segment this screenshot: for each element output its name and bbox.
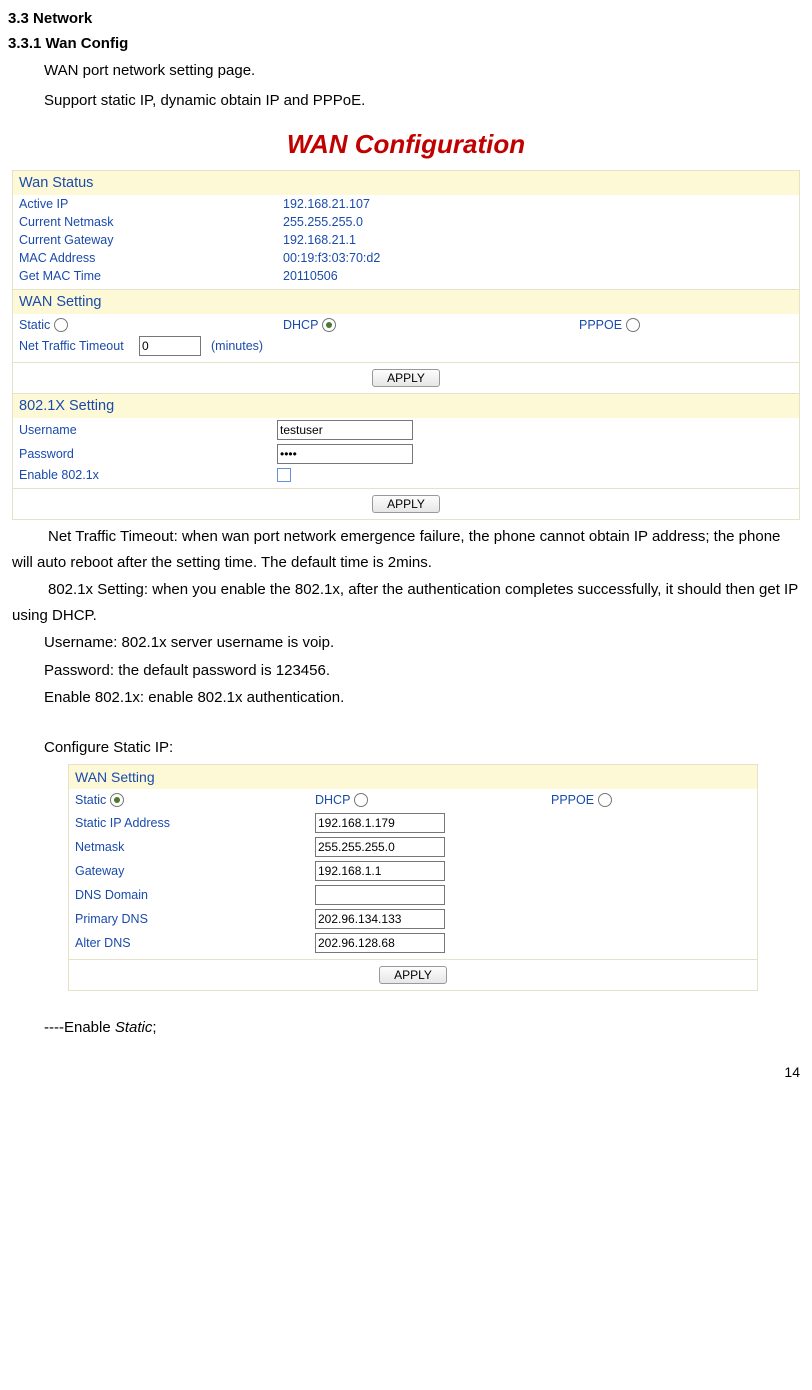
radio-pppoe[interactable]: PPPOE [579, 318, 793, 332]
status-row: MAC Address 00:19:f3:03:70:d2 [13, 249, 799, 267]
explain-net-traffic: Net Traffic Timeout: when wan port netwo… [12, 524, 800, 575]
radio-icon [54, 318, 68, 332]
radio-static-label: Static [19, 318, 50, 332]
static-ip-label: Static IP Address [75, 816, 315, 830]
timeout-row: Net Traffic Timeout (minutes) [19, 336, 793, 362]
primary-dns-row: Primary DNS [69, 907, 757, 931]
status-value-gateway: 192.168.21.1 [283, 233, 356, 247]
apply-row-8021x: APPLY [13, 488, 799, 519]
section-heading-network: 3.3 Network [8, 10, 804, 27]
status-label-mac: MAC Address [19, 251, 283, 265]
intro-line-1: WAN port network setting page. [44, 58, 804, 84]
timeout-input[interactable] [139, 336, 201, 356]
radio-pppoe-label-2: PPPOE [551, 793, 594, 807]
username-row: Username [13, 418, 799, 442]
status-label-active-ip: Active IP [19, 197, 283, 211]
wan-setting-header: WAN Setting [13, 289, 799, 314]
gateway-row: Gateway [69, 859, 757, 883]
page-title: WAN Configuration [8, 129, 804, 160]
8021x-header: 802.1X Setting [13, 393, 799, 418]
status-value-active-ip: 192.168.21.107 [283, 197, 370, 211]
explain-password: Password: the default password is 123456… [44, 658, 800, 684]
intro-line-2: Support static IP, dynamic obtain IP and… [44, 88, 804, 114]
alter-dns-label: Alter DNS [75, 936, 315, 950]
dns-domain-input[interactable] [315, 885, 445, 905]
enable-static-italic: Static [115, 1019, 153, 1036]
enable-8021x-row: Enable 802.1x [13, 466, 799, 488]
password-input[interactable] [277, 444, 413, 464]
configure-static-heading: Configure Static IP: [44, 739, 804, 756]
radio-icon-checked [110, 793, 124, 807]
radio-icon [598, 793, 612, 807]
radio-pppoe-2[interactable]: PPPOE [551, 793, 751, 807]
explain-username: Username: 802.1x server username is voip… [44, 630, 800, 656]
gateway-label: Gateway [75, 864, 315, 878]
netmask-input[interactable] [315, 837, 445, 857]
username-label: Username [19, 423, 277, 437]
apply-row: APPLY [13, 362, 799, 393]
radio-static[interactable]: Static [19, 318, 283, 332]
apply-button-8021x[interactable]: APPLY [372, 495, 440, 513]
netmask-label: Netmask [75, 840, 315, 854]
static-ip-row: Static IP Address [69, 811, 757, 835]
netmask-row: Netmask [69, 835, 757, 859]
radio-icon [354, 793, 368, 807]
radio-dhcp-2[interactable]: DHCP [315, 793, 551, 807]
dns-domain-row: DNS Domain [69, 883, 757, 907]
wan-setting-body: Static DHCP PPPOE Net Traffic Timeout (m… [13, 314, 799, 362]
status-value-mac-time: 20110506 [283, 269, 338, 283]
timeout-label: Net Traffic Timeout [19, 339, 139, 353]
status-label-mac-time: Get MAC Time [19, 269, 283, 283]
radio-static-2[interactable]: Static [75, 793, 315, 807]
status-row: Current Netmask 255.255.255.0 [13, 213, 799, 231]
primary-dns-label: Primary DNS [75, 912, 315, 926]
alter-dns-input[interactable] [315, 933, 445, 953]
explain-enable-8021x: Enable 802.1x: enable 802.1x authenticat… [44, 685, 800, 711]
radio-pppoe-label: PPPOE [579, 318, 622, 332]
status-value-mac: 00:19:f3:03:70:d2 [283, 251, 380, 265]
radio-dhcp-label-2: DHCP [315, 793, 350, 807]
alter-dns-row: Alter DNS [69, 931, 757, 959]
enable-8021x-checkbox[interactable] [277, 468, 291, 482]
mode-radio-row: Static DHCP PPPOE [19, 318, 793, 332]
password-label: Password [19, 447, 277, 461]
apply-button-static[interactable]: APPLY [379, 966, 447, 984]
enable-static-prefix: ----Enable [44, 1019, 115, 1036]
radio-dhcp[interactable]: DHCP [283, 318, 579, 332]
status-label-gateway: Current Gateway [19, 233, 283, 247]
status-value-netmask: 255.255.255.0 [283, 215, 363, 229]
gateway-input[interactable] [315, 861, 445, 881]
apply-row-static: APPLY [69, 959, 757, 990]
radio-icon [626, 318, 640, 332]
timeout-unit: (minutes) [211, 339, 263, 353]
enable-static-line: ----Enable Static; [44, 1019, 804, 1036]
apply-button[interactable]: APPLY [372, 369, 440, 387]
static-ip-input[interactable] [315, 813, 445, 833]
status-row: Active IP 192.168.21.107 [13, 195, 799, 213]
explain-8021x: 802.1x Setting: when you enable the 802.… [12, 577, 800, 628]
radio-icon-checked [322, 318, 336, 332]
enable-static-suffix: ; [152, 1019, 156, 1036]
status-row: Get MAC Time 20110506 [13, 267, 799, 289]
dns-domain-label: DNS Domain [75, 888, 315, 902]
wan-status-header: Wan Status [13, 171, 799, 195]
primary-dns-input[interactable] [315, 909, 445, 929]
page-number: 14 [8, 1064, 800, 1080]
username-input[interactable] [277, 420, 413, 440]
radio-dhcp-label: DHCP [283, 318, 318, 332]
wan-setting-static-header: WAN Setting [69, 765, 757, 789]
section-heading-wan-config: 3.3.1 Wan Config [8, 35, 804, 52]
wan-panel: Wan Status Active IP 192.168.21.107 Curr… [12, 170, 800, 520]
mode-radio-row-static: Static DHCP PPPOE [69, 789, 757, 811]
password-row: Password [13, 442, 799, 466]
enable-8021x-label: Enable 802.1x [19, 468, 277, 482]
wan-setting-static-panel: WAN Setting Static DHCP PPPOE Static IP … [68, 764, 758, 991]
status-label-netmask: Current Netmask [19, 215, 283, 229]
status-row: Current Gateway 192.168.21.1 [13, 231, 799, 249]
radio-static-label-2: Static [75, 793, 106, 807]
